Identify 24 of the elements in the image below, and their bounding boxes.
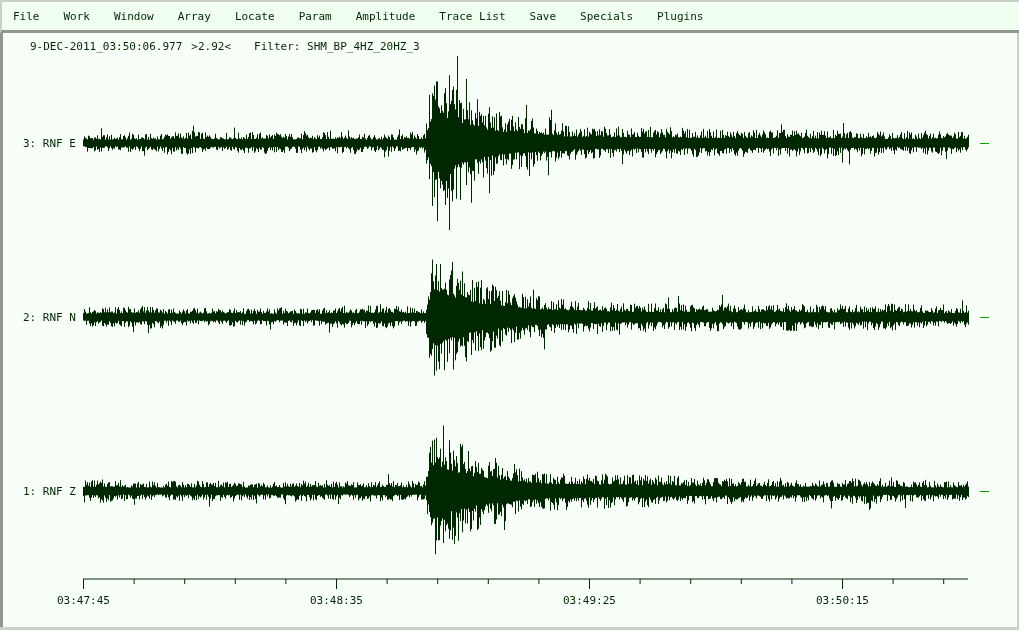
- menu-item[interactable]: Window: [114, 9, 154, 23]
- menu-item[interactable]: Specials: [580, 9, 634, 23]
- timestamp: 9-DEC-2011_03:50:06.977: [30, 39, 183, 53]
- trace-label: 2: RNF N: [22, 310, 77, 324]
- axis-label: 03:49:25: [563, 594, 616, 607]
- menu-item[interactable]: Plugins: [657, 9, 704, 23]
- axis-label: 03:50:15: [816, 594, 869, 607]
- menu-item[interactable]: Trace List: [439, 9, 506, 23]
- menu-item[interactable]: Amplitude: [355, 9, 416, 23]
- axis-label: 03:47:45: [57, 594, 110, 607]
- scale-value: >2.92<: [191, 39, 232, 53]
- axis-label: 03:48:35: [310, 594, 363, 607]
- trace-marker-icon: [980, 316, 989, 318]
- trace-label: 1: RNF Z: [22, 484, 77, 498]
- menu-item[interactable]: File: [13, 9, 40, 23]
- trace-marker-icon: [980, 142, 989, 144]
- menu-item[interactable]: Save: [529, 9, 557, 23]
- filter-label: Filter: SHM_BP_4HZ_20HZ_3: [254, 39, 420, 53]
- menu-item[interactable]: Locate: [234, 9, 275, 23]
- trace-marker-icon: [980, 490, 989, 492]
- menu-item[interactable]: Param: [298, 9, 332, 23]
- menu-item[interactable]: Array: [177, 9, 211, 23]
- trace-label: 3: RNF E: [22, 136, 77, 150]
- menu-item[interactable]: Work: [63, 9, 90, 23]
